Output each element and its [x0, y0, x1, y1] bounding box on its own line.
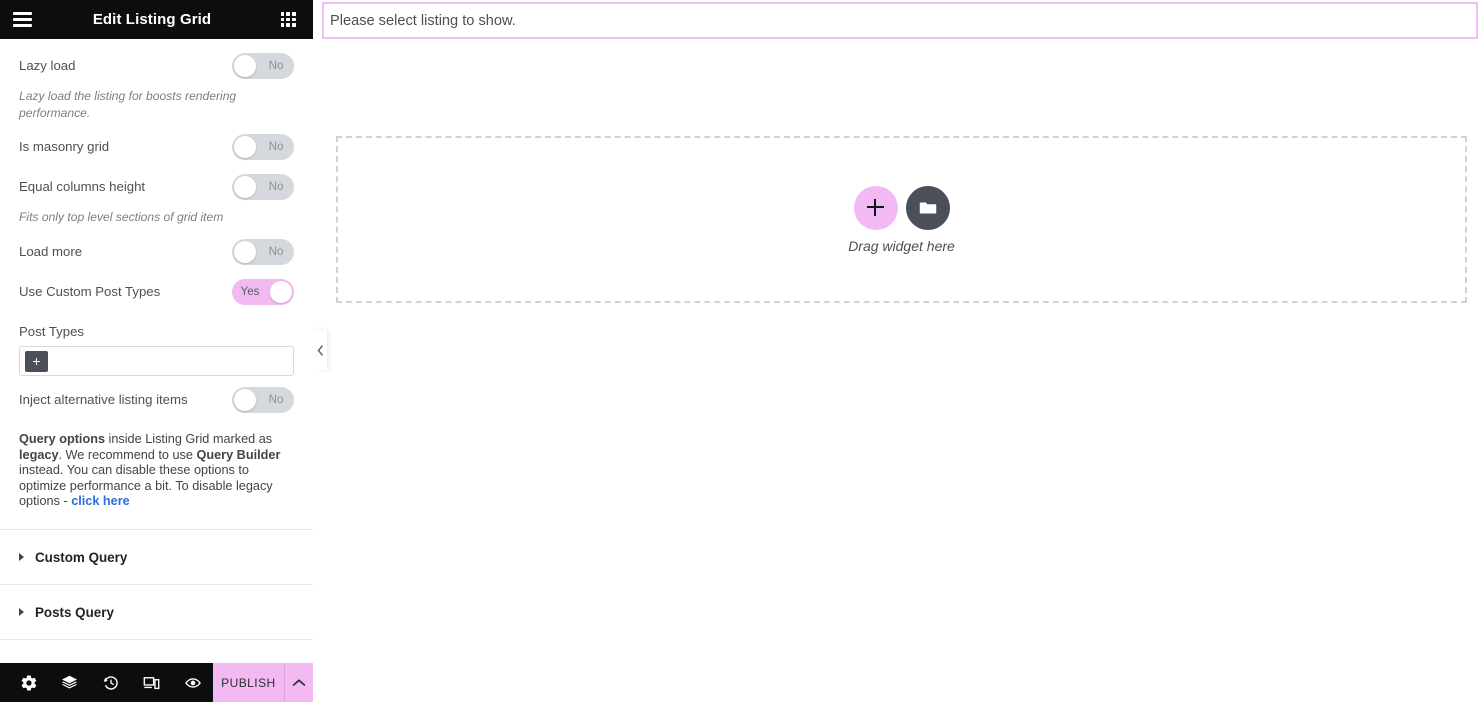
- toggle-knob: [234, 389, 256, 412]
- click-here-link[interactable]: click here: [71, 494, 130, 508]
- equal-columns-height-toggle[interactable]: No: [232, 174, 294, 201]
- navigator-layers-icon: [61, 675, 78, 689]
- toggle-knob: [234, 55, 256, 77]
- chevron-left-icon: [317, 344, 323, 356]
- control-label: Load more: [19, 243, 83, 259]
- toggle-state-text: No: [268, 180, 284, 194]
- lazy-load-toggle[interactable]: No: [232, 53, 294, 79]
- control-equal-columns-height: Equal columns height No: [19, 163, 294, 203]
- legacy-query-notice: Query options inside Listing Grid marked…: [19, 416, 294, 529]
- publish-options-button[interactable]: [283, 663, 313, 702]
- notice-bold-legacy: legacy: [19, 447, 59, 462]
- control-label: Inject alternative listing items: [19, 391, 188, 407]
- toggle-knob: [270, 281, 292, 304]
- toggle-state-text: No: [268, 245, 284, 259]
- footer-tools: [0, 663, 213, 702]
- panel-footer-toolbar: PUBLISH: [0, 663, 313, 702]
- add-template-button[interactable]: [905, 185, 950, 230]
- control-load-more: Load more No: [19, 228, 294, 268]
- control-lazy-load: Lazy load No: [19, 39, 294, 82]
- notice-text-2: . We recommend to use: [58, 447, 197, 462]
- use-custom-post-types-toggle[interactable]: Yes: [232, 279, 294, 306]
- editor-canvas: Please select listing to show. Drag widg…: [313, 0, 1480, 702]
- control-inject-alternative-listing-items: Inject alternative listing items No: [19, 376, 294, 416]
- panel-collapse-button[interactable]: [313, 330, 327, 370]
- notice-text-3: instead. You can disable these options t…: [19, 463, 273, 508]
- control-label: Lazy load: [19, 57, 76, 73]
- control-description: Fits only top level sections of grid ite…: [19, 210, 224, 225]
- chevron-right-icon: [19, 608, 24, 617]
- load-more-toggle[interactable]: No: [232, 239, 294, 266]
- dropzone-buttons: [853, 185, 950, 230]
- inject-alternative-items-toggle[interactable]: No: [232, 387, 294, 414]
- add-new-section-button[interactable]: [853, 185, 898, 230]
- control-label: Use Custom Post Types: [19, 283, 161, 299]
- toggle-knob: [234, 176, 256, 199]
- history-button[interactable]: [90, 663, 131, 702]
- responsive-mode-button[interactable]: [131, 663, 172, 702]
- post-types-label: Post Types: [19, 324, 84, 340]
- widgets-panel-button[interactable]: [276, 8, 300, 32]
- toggle-state-text: No: [268, 59, 284, 72]
- section-posts-query[interactable]: Posts Query: [0, 585, 313, 641]
- editor-panel: Edit Listing Grid Lazy load No Lazy load…: [0, 0, 313, 702]
- toggle-state-text: Yes: [240, 285, 260, 299]
- settings-button[interactable]: [8, 663, 49, 702]
- post-types-input[interactable]: +: [19, 346, 294, 377]
- dropzone-caption: Drag widget here: [848, 237, 955, 254]
- navigator-button[interactable]: [49, 663, 90, 702]
- control-use-custom-post-types: Use Custom Post Types Yes: [19, 268, 294, 308]
- control-label: Equal columns height: [19, 178, 146, 194]
- plus-icon: [867, 199, 884, 216]
- chevron-right-icon: [19, 553, 24, 562]
- is-masonry-grid-toggle[interactable]: No: [232, 134, 294, 161]
- section-custom-query[interactable]: Custom Query: [0, 530, 313, 586]
- section-title: Posts Query: [35, 604, 114, 620]
- control-is-masonry-grid: Is masonry grid No: [19, 123, 294, 163]
- control-label: Is masonry grid: [19, 138, 110, 154]
- responsive-mode-icon: [143, 676, 160, 689]
- listing-notice-bar: Please select listing to show.: [322, 2, 1478, 39]
- panel-header: Edit Listing Grid: [0, 0, 313, 39]
- toggle-knob: [234, 136, 256, 159]
- notice-text-1: inside Listing Grid marked as: [105, 432, 273, 447]
- controls-list: Lazy load No Lazy load the listing for b…: [0, 39, 313, 529]
- settings-gear-icon: [21, 674, 36, 691]
- add-post-type-button[interactable]: +: [25, 350, 48, 372]
- toggle-knob: [234, 241, 256, 264]
- notice-bold-query-builder: Query Builder: [196, 447, 281, 462]
- preview-button[interactable]: [172, 663, 213, 702]
- folder-icon: [919, 202, 936, 213]
- chevron-up-icon: [292, 678, 306, 686]
- panel-content: Lazy load No Lazy load the listing for b…: [0, 39, 313, 663]
- widget-dropzone[interactable]: Drag widget here: [336, 136, 1467, 303]
- apps-grid-icon: [280, 12, 296, 27]
- elementor-editor-root: Edit Listing Grid Lazy load No Lazy load…: [0, 0, 1480, 702]
- control-description: Lazy load the listing for boosts renderi…: [19, 89, 237, 120]
- history-clock-icon: [103, 675, 118, 690]
- panel-title: Edit Listing Grid: [92, 11, 212, 28]
- publish-button[interactable]: PUBLISH: [213, 663, 284, 702]
- toggle-state-text: No: [268, 393, 284, 407]
- section-title: Custom Query: [35, 549, 128, 565]
- preview-eye-icon: [184, 677, 201, 688]
- listing-notice-text: Please select listing to show.: [330, 12, 516, 29]
- notice-bold-query-options: Query options: [19, 432, 105, 447]
- toggle-state-text: No: [268, 140, 284, 154]
